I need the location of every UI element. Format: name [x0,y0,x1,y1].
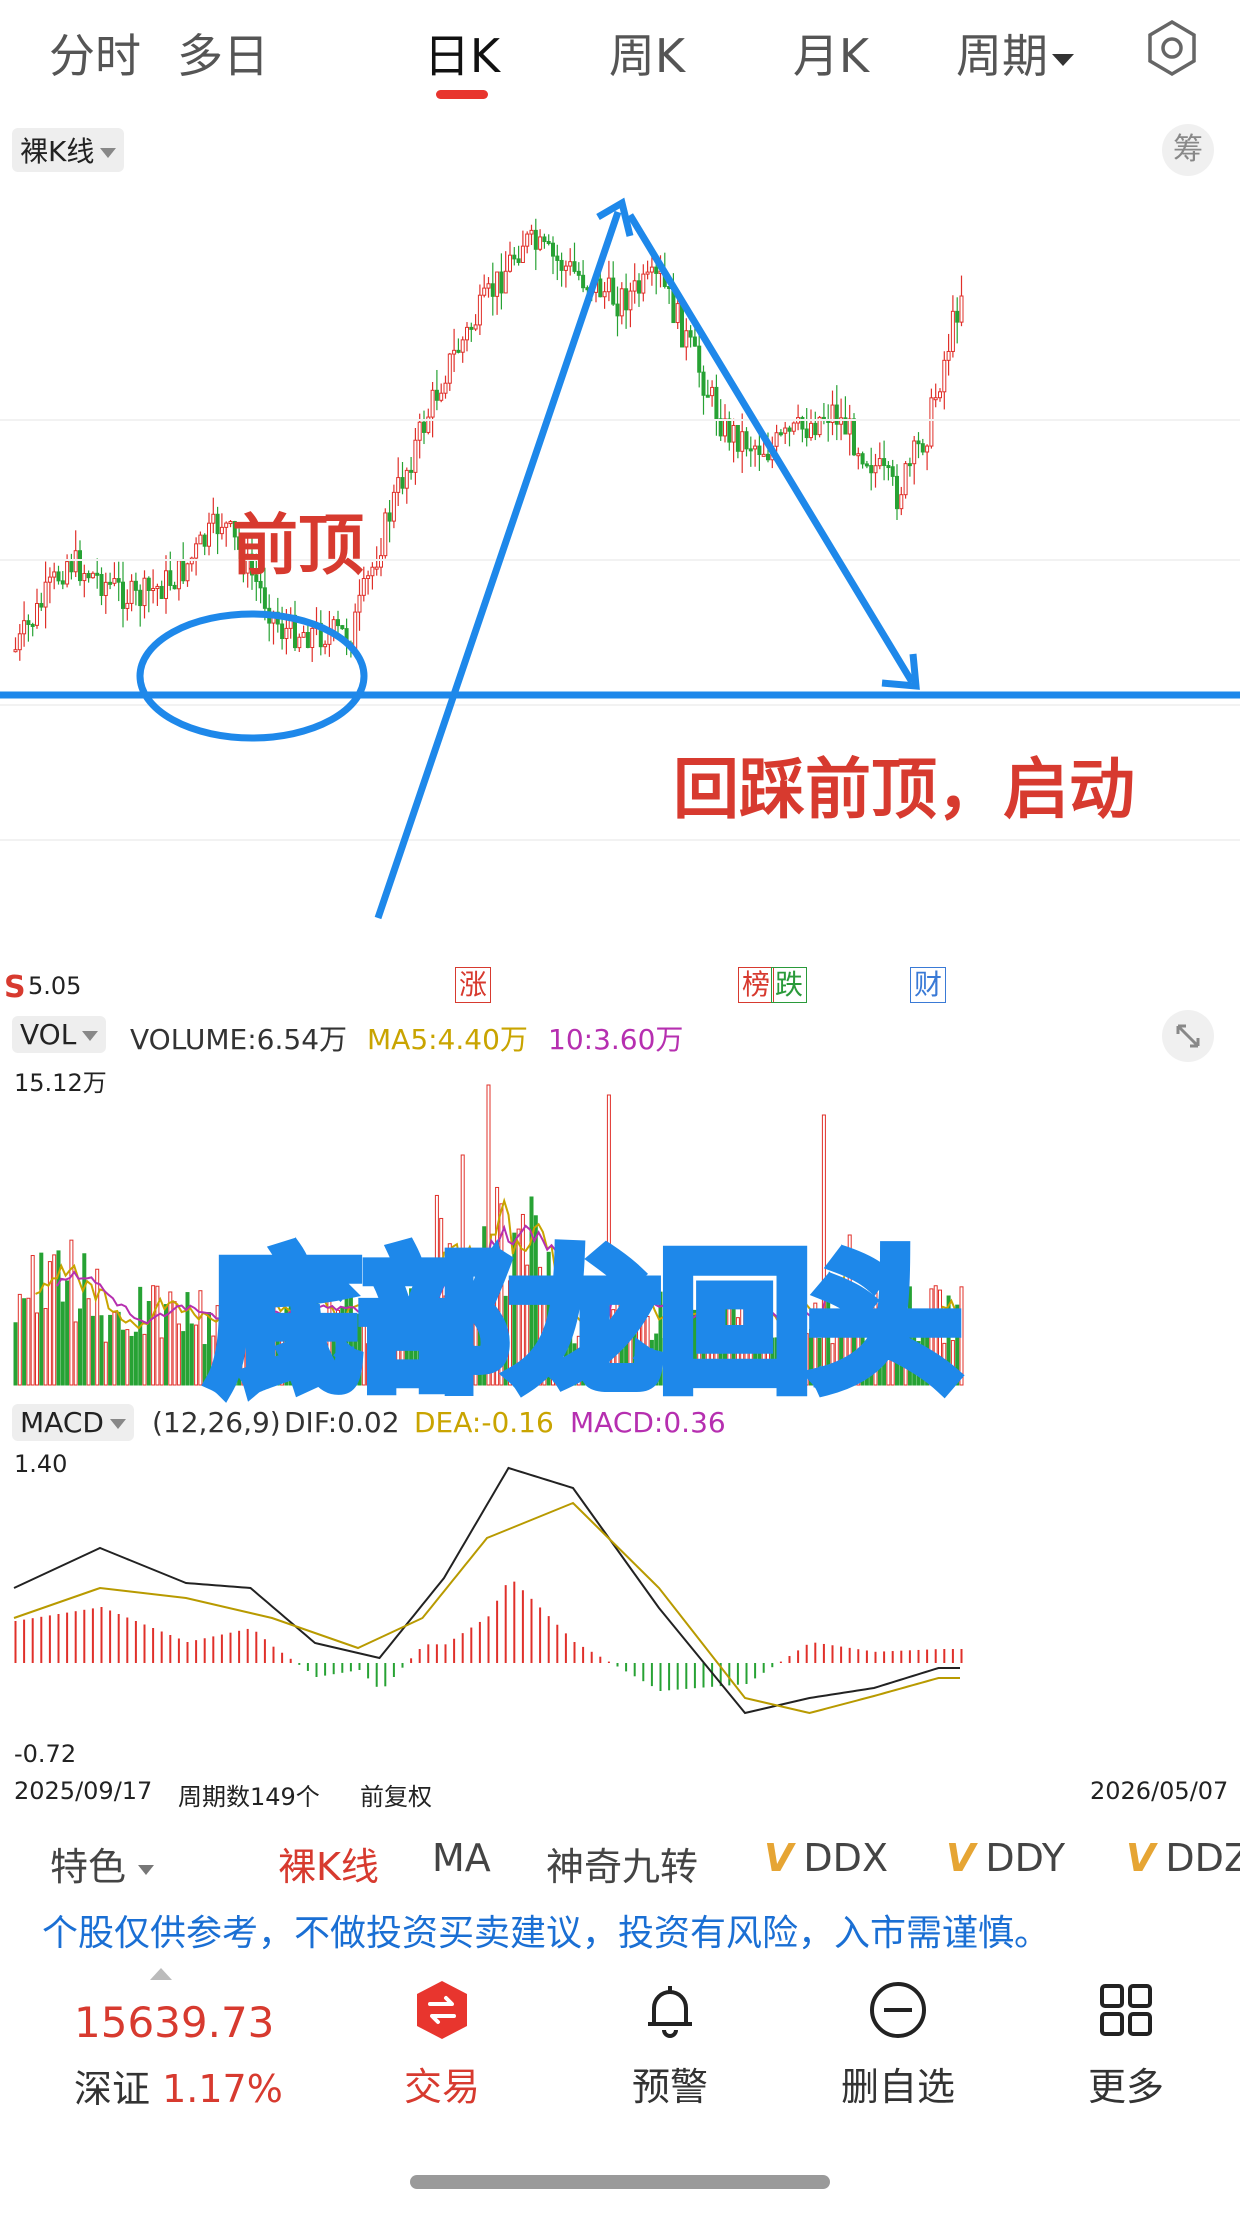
remove-watchlist-button[interactable]: 删自选 [818,1978,978,2111]
indicator-ddz[interactable]: V DDZ [1126,1836,1240,1880]
grid-icon [1100,1984,1152,2036]
previous-top-annotation: 前顶 [232,507,364,584]
trade-label: 交易 [403,2065,480,2109]
chevron-down-icon [138,1864,155,1875]
annotation-overlay: 前顶 回踩前顶，启动 底部龙回头 [0,197,1240,1418]
bottom-nav: 15639.73 深证 1.17% 交易 预警 删自选 更多 [0,1960,1240,2180]
alert-label: 预警 [631,2065,708,2109]
price-adjust-mode: 前复权 [360,1783,432,1811]
indicator-td9[interactable]: 神奇九转 [546,1836,698,1891]
alert-button[interactable]: 预警 [590,1978,750,2111]
rise-arrow-line [374,210,622,920]
pullback-annotation: 回踩前顶，启动 [673,751,1135,828]
trade-icon [417,1981,467,2039]
index-value[interactable]: 15639.73 [74,1998,274,2047]
axis-end-date: 2026/05/07 [1090,1777,1229,1805]
indicator-ddx[interactable]: V DDX [764,1836,888,1880]
bell-icon [648,1986,692,2038]
indicator-naked-k[interactable]: 裸K线 [278,1836,379,1891]
indicator-ddz-label: DDZ [1165,1836,1240,1880]
indicator-ddy[interactable]: V DDY [946,1836,1065,1880]
chevron-up-icon [150,1968,172,1980]
special-indicator-selector[interactable]: 特色 [50,1836,155,1891]
indicator-ma[interactable]: MA [432,1836,491,1880]
special-label: 特色 [50,1845,127,1889]
macd-min-label: -0.72 [14,1740,77,1768]
indicator-bar: 特色 裸K线 MA 神奇九转 V DDX V DDY V DDZ [0,1822,1240,1902]
vip-icon: V [764,1836,794,1880]
indicator-ddy-label: DDY [985,1836,1066,1880]
vip-icon: V [946,1836,976,1880]
index-name: 深证 [74,2067,151,2111]
trade-button[interactable]: 交易 [362,1978,522,2111]
pattern-title: 底部龙回头 [210,1237,960,1411]
more-label: 更多 [1087,2065,1164,2109]
index-change: 1.17% [162,2067,283,2111]
remove-watchlist-label: 删自选 [840,2065,955,2109]
macd-chart [13,1466,963,1715]
axis-start-date: 2025/09/17 [14,1777,153,1805]
dea-line [13,1501,960,1715]
index-info[interactable]: 深证 1.17% [74,2058,283,2113]
home-indicator [410,2175,830,2189]
fall-arrow-line [627,213,915,684]
risk-disclaimer: 个股仅供参考，不做投资买卖建议，投资有风险，入市需谨慎。 [42,1913,1051,1954]
minus-circle-icon [870,1982,926,2038]
period-count: 周期数149个 [178,1783,320,1811]
dif-line [13,1466,960,1715]
chevron-down-icon [109,1419,126,1429]
vip-icon: V [1126,1836,1156,1880]
more-button[interactable]: 更多 [1046,1978,1206,2111]
previous-top-circle [136,610,368,742]
indicator-ddx-label: DDX [803,1836,888,1880]
